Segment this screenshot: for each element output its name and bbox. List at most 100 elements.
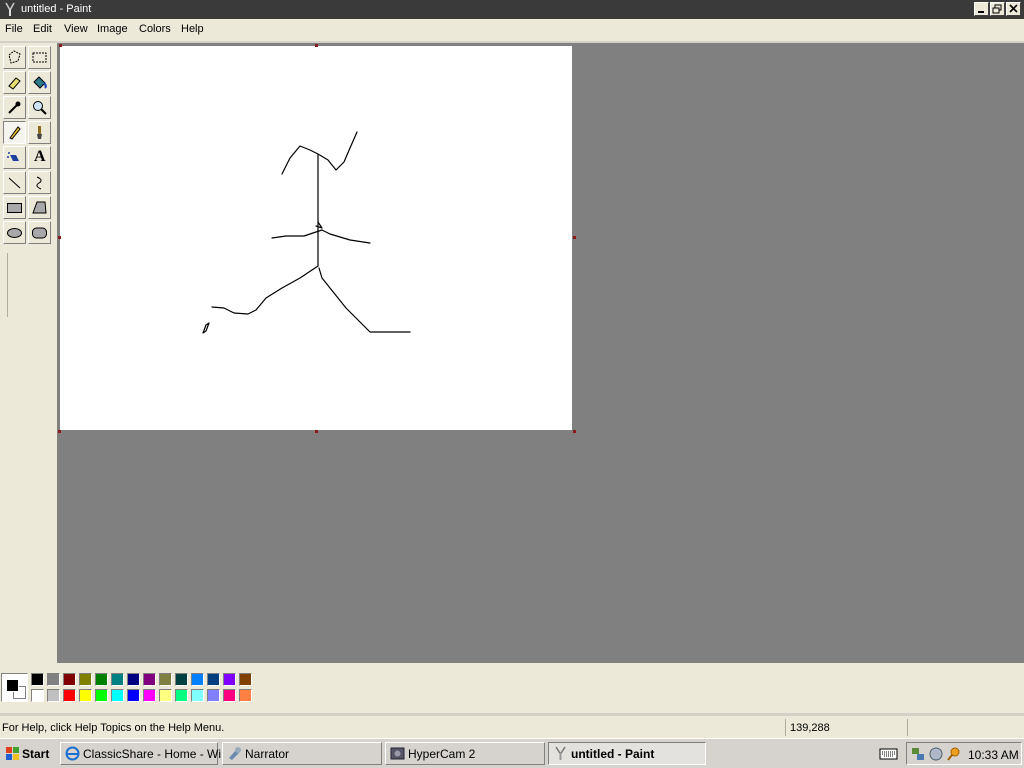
menu-view[interactable]: View (64, 23, 88, 35)
hypercam-icon (390, 747, 405, 760)
palette-swatch[interactable] (127, 689, 140, 702)
palette-swatch[interactable] (63, 689, 76, 702)
curve-tool[interactable] (28, 171, 51, 194)
resize-handle-bottom-right[interactable] (573, 430, 576, 433)
pick-color-tool[interactable] (3, 96, 26, 119)
taskbar-item-narrator[interactable]: Narrator (222, 742, 382, 765)
foreground-color-swatch (6, 679, 19, 692)
polygon-tool[interactable] (28, 196, 51, 219)
palette-swatch[interactable] (191, 673, 204, 686)
palette-swatch[interactable] (207, 673, 220, 686)
menu-bar: File Edit View Image Colors Help (0, 19, 1024, 41)
taskbar-item-classicshare[interactable]: ClassicShare - Home - Wi... (60, 742, 231, 765)
rectangle-select-icon (32, 52, 47, 63)
drawing-canvas[interactable] (60, 46, 572, 430)
rectangle-tool[interactable] (3, 196, 26, 219)
magnifier-tool[interactable] (28, 96, 51, 119)
taskbar-item-label: untitled - Paint (571, 747, 655, 761)
text-icon: A (34, 148, 46, 165)
palette-swatch[interactable] (95, 673, 108, 686)
network-icon[interactable] (910, 746, 926, 762)
palette-swatch[interactable] (111, 689, 124, 702)
palette-swatch[interactable] (239, 673, 252, 686)
palette-swatch[interactable] (79, 689, 92, 702)
palette-swatch[interactable] (95, 689, 108, 702)
palette-swatch[interactable] (175, 673, 188, 686)
fill-tool[interactable] (28, 71, 51, 94)
palette-swatch[interactable] (159, 673, 172, 686)
paint-icon (5, 2, 15, 16)
menu-colors[interactable]: Colors (139, 23, 171, 35)
close-icon (1009, 4, 1018, 13)
resize-handle-left (58, 236, 61, 239)
palette-swatch[interactable] (223, 673, 236, 686)
palette-swatch[interactable] (47, 689, 60, 702)
menu-edit[interactable]: Edit (33, 23, 52, 35)
text-tool[interactable]: A (28, 146, 51, 169)
start-label: Start (22, 747, 50, 761)
palette-swatch[interactable] (239, 689, 252, 702)
pencil-tool[interactable] (3, 121, 26, 144)
eraser-tool[interactable] (3, 71, 26, 94)
palette-swatch[interactable] (111, 673, 124, 686)
airbrush-tool[interactable] (3, 146, 26, 169)
line-tool[interactable] (3, 171, 26, 194)
minimize-icon (978, 11, 984, 13)
internet-explorer-icon (65, 746, 80, 761)
resize-handle-right[interactable] (573, 236, 576, 239)
close-button[interactable] (1006, 2, 1021, 16)
brush-tool[interactable] (28, 121, 51, 144)
palette-swatch[interactable] (191, 689, 204, 702)
palette-swatch[interactable] (47, 673, 60, 686)
keyboard-icon[interactable] (879, 747, 898, 761)
palette-swatch[interactable] (127, 673, 140, 686)
eyedropper-icon (8, 101, 21, 114)
menu-help[interactable]: Help (181, 23, 204, 35)
palette-swatch[interactable] (223, 689, 236, 702)
system-tray: 10:33 AM (906, 742, 1022, 765)
palette-swatch[interactable] (175, 689, 188, 702)
restore-button[interactable] (990, 2, 1005, 16)
brush-icon (37, 126, 42, 139)
rounded-rectangle-icon (32, 227, 47, 239)
narrator-icon (229, 747, 241, 760)
taskbar-item-hypercam[interactable]: HyperCam 2 (385, 742, 545, 765)
menu-file[interactable]: File (5, 23, 23, 35)
search-icon[interactable] (946, 746, 962, 762)
current-colors (1, 673, 28, 702)
resize-handle-bottom-left (58, 430, 61, 433)
magnifier-icon (33, 101, 47, 115)
speaker-icon[interactable] (928, 746, 944, 762)
select-tool[interactable] (28, 46, 51, 69)
status-separator (785, 719, 786, 736)
window-title: untitled - Paint (21, 3, 92, 15)
tool-options-box[interactable] (7, 253, 8, 317)
menu-image[interactable]: Image (97, 23, 128, 35)
palette-swatch[interactable] (143, 689, 156, 702)
free-form-select-tool[interactable] (3, 46, 26, 69)
title-bar: untitled - Paint (0, 0, 1024, 19)
restore-icon (992, 4, 1002, 14)
palette-swatch[interactable] (31, 673, 44, 686)
start-button[interactable]: Start (2, 743, 54, 765)
free-form-select-icon (8, 50, 21, 64)
palette-swatch[interactable] (79, 673, 92, 686)
ellipse-tool[interactable] (3, 221, 26, 244)
rectangle-icon (7, 203, 22, 213)
palette-swatch[interactable] (207, 689, 220, 702)
palette-swatch[interactable] (63, 673, 76, 686)
resize-handle-bottom[interactable] (315, 430, 318, 433)
line-icon (8, 177, 21, 189)
status-bar: For Help, click Help Topics on the Help … (0, 716, 1024, 738)
paint-bucket-icon (33, 76, 47, 89)
palette-swatch[interactable] (143, 673, 156, 686)
airbrush-icon (7, 152, 19, 161)
curve-icon (36, 176, 42, 190)
taskbar-item-paint[interactable]: untitled - Paint (548, 742, 706, 765)
minimize-button[interactable] (974, 2, 989, 16)
palette-swatch[interactable] (31, 689, 44, 702)
cursor-coordinates: 139,288 (790, 722, 830, 734)
eraser-icon (8, 77, 21, 90)
palette-swatch[interactable] (159, 689, 172, 702)
rounded-rectangle-tool[interactable] (28, 221, 51, 244)
